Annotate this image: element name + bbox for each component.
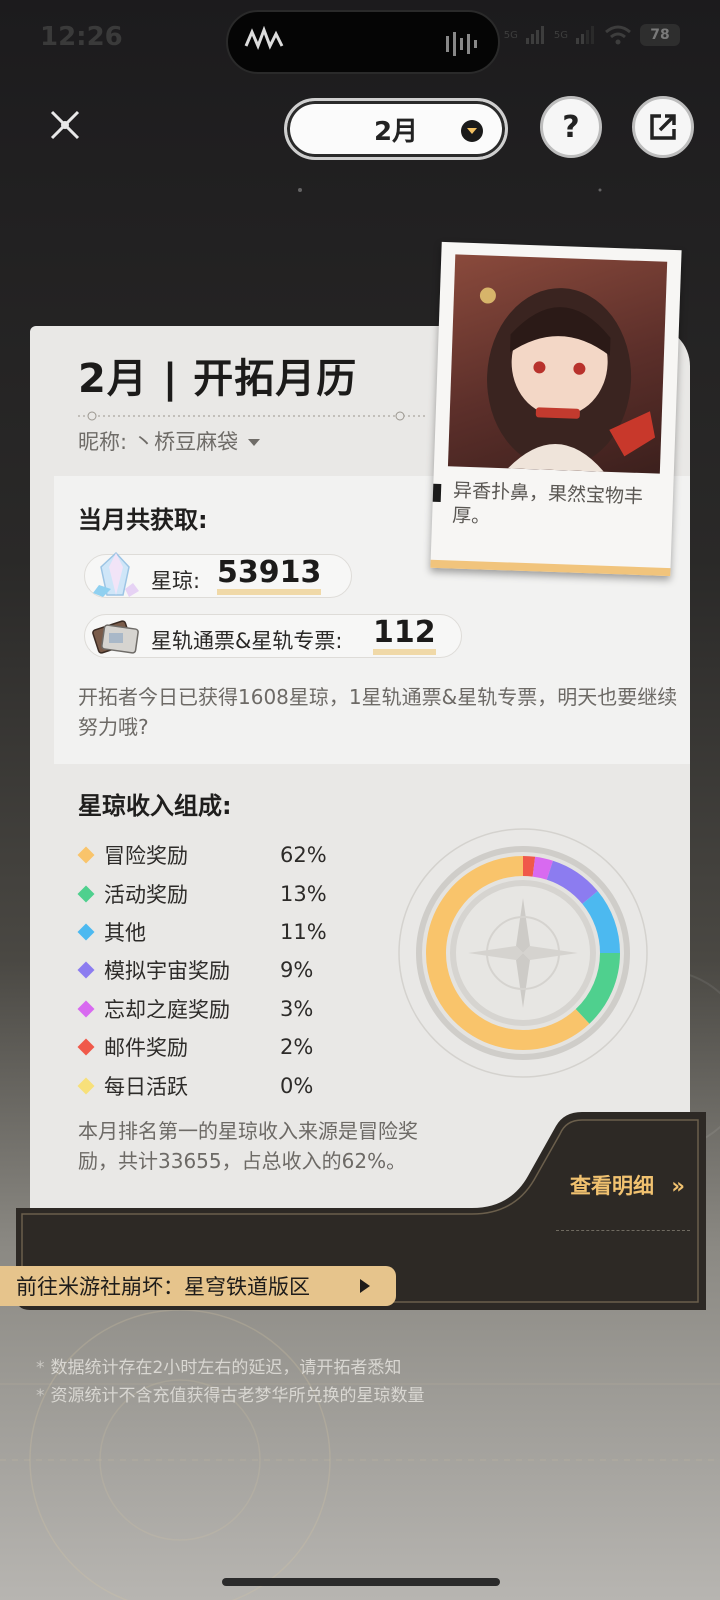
help-button[interactable]: ? [540, 96, 602, 158]
close-icon[interactable] [44, 104, 86, 146]
stellar-jade-icon [93, 551, 139, 597]
page-title: 2月 | 开拓月历 [78, 356, 358, 402]
character-polaroid: 异香扑鼻，果然宝物丰厚。 [430, 241, 682, 577]
star-rail-pass-total: 星轨通票&星轨专票: 112 [84, 614, 462, 658]
share-icon [650, 114, 676, 140]
character-portrait-art [479, 287, 656, 472]
title-divider [78, 411, 426, 421]
month-selected-label: 2月 [373, 116, 419, 147]
double-chevron-right-icon: » [671, 1174, 685, 1198]
status-icons: 5G 5G 78 [504, 24, 680, 46]
legend-name: 邮件奖励 [104, 1036, 188, 1061]
legend-dot-icon [77, 1000, 95, 1018]
legend-item: 模拟宇宙奖励 9% [77, 951, 348, 989]
signal-1-label: 5G [503, 29, 518, 41]
legend-percent: 13% [280, 881, 327, 906]
donut-segment [522, 856, 536, 877]
legend-dot-icon [77, 885, 95, 903]
legend-name: 模拟宇宙奖励 [104, 959, 230, 984]
stellar-jade-value: 53913 [217, 557, 322, 595]
legend-percent: 9% [280, 958, 314, 983]
legend-name: 每日活跃 [104, 1074, 188, 1099]
help-icon: ? [562, 109, 580, 145]
legend-item: 其他 11% [77, 913, 348, 951]
legend-percent: 0% [280, 1073, 314, 1098]
signal-bars-2-icon [576, 26, 594, 44]
star-rail-pass-label: 星轨通票&星轨专票: [151, 629, 343, 653]
legend-item: 活动奖励 13% [77, 874, 348, 912]
legend-name: 冒险奖励 [104, 844, 188, 869]
home-indicator[interactable] [222, 1578, 500, 1586]
star-rail-pass-icon [92, 620, 139, 654]
footnotes: 数据统计存在2小时左右的延迟，请开拓者悉知 资源统计不含充值获得古老梦华所兑换的… [36, 1354, 425, 1410]
legend-name: 忘却之庭奖励 [104, 997, 230, 1022]
legend-dot-icon [77, 923, 95, 941]
signal-2-label: 5G [553, 29, 568, 41]
legend-item: 忘却之庭奖励 3% [77, 990, 348, 1028]
legend-percent: 11% [280, 919, 327, 944]
income-legend: 冒险奖励 62% 活动奖励 13% 其他 11% 模拟宇宙奖励 9% 忘却之庭奖… [77, 836, 348, 1105]
forum-link-button[interactable]: 前往米游社崩坏：星穹铁道版区 [0, 1266, 396, 1306]
app-activity-icon [244, 26, 284, 50]
composition-title: 星琼收入组成: [78, 792, 232, 820]
forum-link-label: 前往米游社崩坏：星穹铁道版区 [16, 1275, 310, 1299]
daily-gain-note: 开拓者今日已获得1608星琼，1星轨通票&星轨专票，明天也要继续努力哦? [78, 685, 678, 739]
legend-item: 邮件奖励 2% [77, 1028, 348, 1066]
legend-percent: 2% [280, 1035, 314, 1060]
nickname-value: 丶桥豆麻袋 [133, 430, 239, 454]
stellar-jade-total: 星琼: 53913 [84, 551, 352, 598]
legend-dot-icon [77, 1077, 95, 1095]
income-donut-chart [398, 828, 648, 1078]
detail-divider [556, 1230, 690, 1231]
totals-title: 当月共获取: [78, 506, 208, 534]
legend-percent: 3% [280, 996, 314, 1021]
view-details-button[interactable]: 查看明细 » [570, 1170, 685, 1200]
stellar-jade-label: 星琼: [151, 569, 201, 593]
status-bar: 12:26 5G 5G 78 [0, 0, 720, 80]
month-selector[interactable]: 2月 [284, 98, 508, 160]
legend-dot-icon [77, 961, 95, 979]
footnote: 资源统计不含充值获得古老梦华所兑换的星琼数量 [36, 1382, 425, 1410]
signal-bars-icon [525, 26, 544, 44]
photo-caption: 异香扑鼻，果然宝物丰厚。 [451, 479, 644, 528]
caption-marker [432, 483, 442, 503]
legend-dot-icon [77, 1038, 95, 1056]
donut-segment [532, 856, 553, 880]
footnote: 数据统计存在2小时左右的延迟，请开拓者悉知 [36, 1354, 425, 1382]
audio-waveform-icon [446, 32, 477, 56]
legend-name: 其他 [104, 920, 146, 945]
view-details-label: 查看明细 [570, 1174, 654, 1198]
character-portrait [447, 254, 668, 474]
play-arrow-icon [360, 1279, 370, 1293]
legend-percent: 62% [280, 843, 327, 868]
star-rail-pass-value: 112 [373, 617, 436, 655]
nickname-row[interactable]: 昵称: 丶桥豆麻袋 [78, 426, 261, 456]
dynamic-island [226, 10, 500, 74]
nickname-label: 昵称: [78, 430, 128, 454]
wifi-icon [605, 25, 631, 45]
legend-name: 活动奖励 [104, 882, 188, 907]
battery-indicator: 78 [640, 24, 680, 46]
chevron-down-icon [248, 438, 261, 446]
chevron-down-icon [461, 120, 483, 142]
share-button[interactable] [632, 96, 694, 158]
legend-item: 冒险奖励 62% [77, 836, 348, 874]
status-time: 12:26 [40, 22, 123, 52]
legend-item: 每日活跃 0% [77, 1066, 348, 1104]
legend-dot-icon [77, 846, 95, 864]
